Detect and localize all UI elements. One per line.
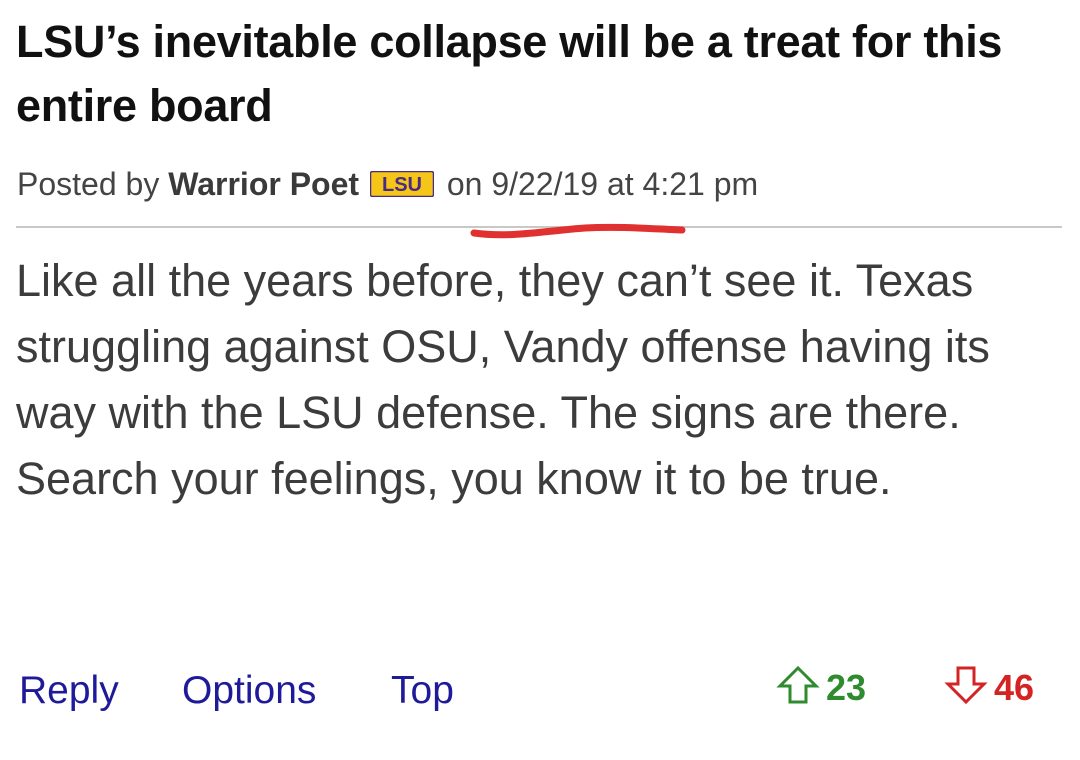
- byline-at: at: [606, 166, 634, 202]
- byline-on: on: [446, 166, 483, 202]
- arrow-down-outline-icon: [944, 664, 988, 711]
- post-byline: Posted by Warrior Poet LSU on 9/22/19 at…: [17, 164, 758, 206]
- top-link[interactable]: Top: [391, 666, 454, 716]
- posted-by-label: Posted by: [17, 166, 169, 202]
- options-link[interactable]: Options: [182, 666, 316, 716]
- author-name[interactable]: Warrior Poet: [168, 166, 359, 202]
- team-badge-icon: LSU: [369, 166, 435, 206]
- red-underline-annotation: [470, 223, 686, 239]
- post-date: 9/22/19: [491, 166, 599, 202]
- upvote-count: 23: [826, 666, 867, 708]
- downvote-button[interactable]: 46: [944, 664, 1034, 711]
- arrow-up-outline-icon: [776, 664, 820, 711]
- post-title: LSU’s inevitable collapse will be a trea…: [16, 16, 1003, 131]
- team-badge-text: LSU: [382, 174, 422, 196]
- post-time: 4:21 pm: [642, 166, 759, 202]
- downvote-count: 46: [994, 666, 1035, 708]
- upvote-button[interactable]: 23: [776, 664, 866, 711]
- reply-link[interactable]: Reply: [19, 666, 119, 716]
- post-body: Like all the years before, they can’t se…: [16, 255, 990, 504]
